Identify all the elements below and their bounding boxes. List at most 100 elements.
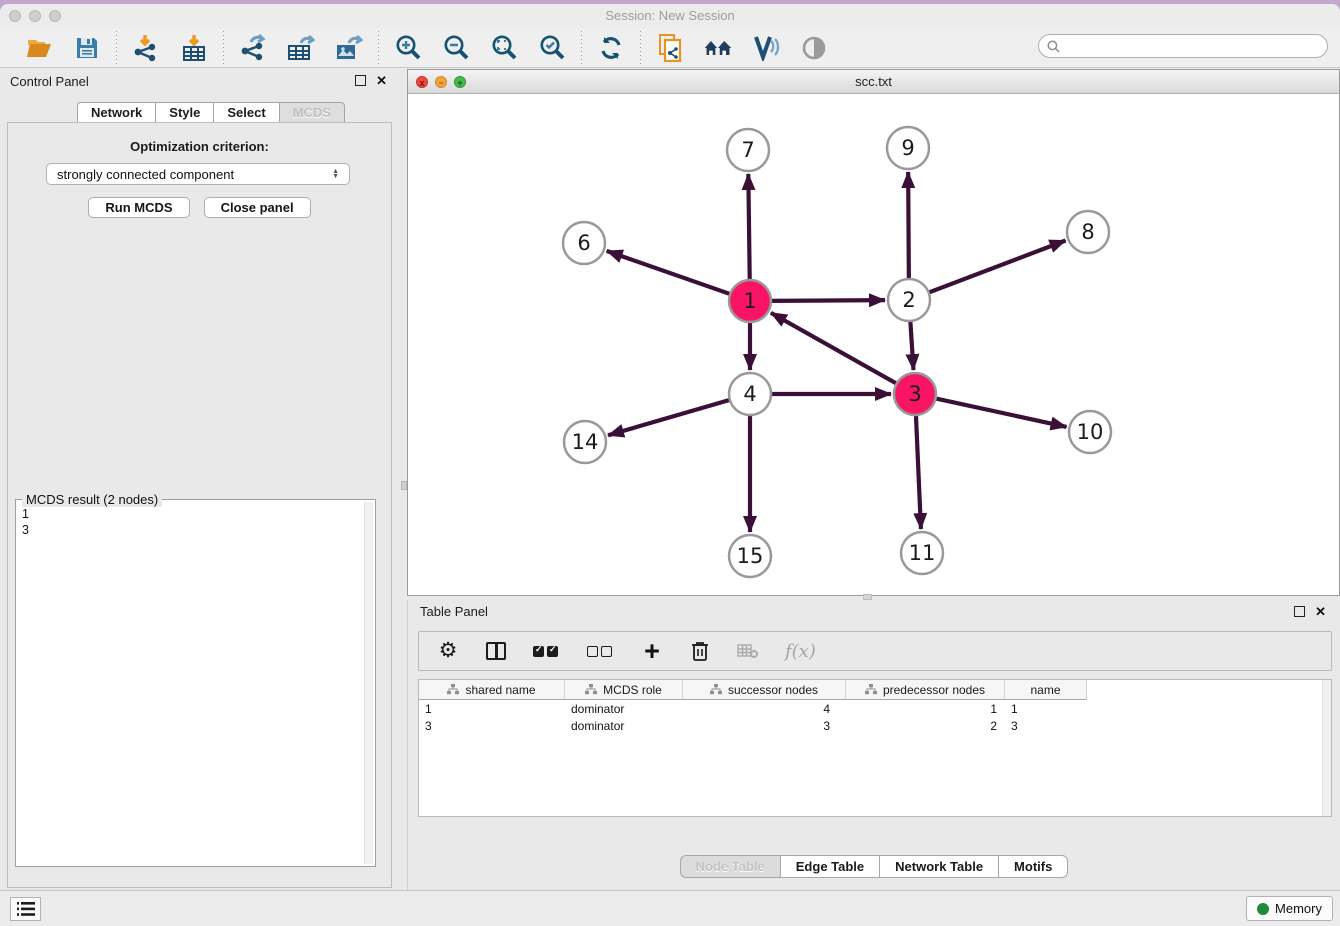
vizmapper-icon[interactable] xyxy=(751,33,781,63)
window-title: Session: New Session xyxy=(0,8,1340,23)
cell-name[interactable]: 3 xyxy=(1005,717,1087,734)
zoom-in-icon[interactable] xyxy=(393,33,423,63)
app-window: Session: New Session xyxy=(0,4,1340,926)
result-scrollbar[interactable] xyxy=(364,502,373,864)
function-builder-icon[interactable]: f(x) xyxy=(785,639,816,663)
cell-mcds-role[interactable]: dominator xyxy=(565,717,683,734)
layout-icon[interactable] xyxy=(703,33,733,63)
control-panel-tabs: Network Style Select MCDS xyxy=(77,102,345,123)
graph-edge[interactable] xyxy=(748,174,749,280)
tree-icon xyxy=(585,684,597,695)
optimization-criterion-label: Optimization criterion: xyxy=(8,139,391,154)
network-window-titlebar[interactable]: x − + scc.txt xyxy=(408,70,1339,94)
refresh-icon[interactable] xyxy=(596,33,626,63)
graph-edge[interactable] xyxy=(608,400,730,435)
split-panel-icon[interactable] xyxy=(485,639,507,663)
import-table-icon[interactable] xyxy=(179,33,209,63)
tree-icon xyxy=(865,684,877,695)
search-input[interactable] xyxy=(1065,39,1327,53)
graph-node-label: 10 xyxy=(1077,420,1104,444)
tab-motifs[interactable]: Motifs xyxy=(998,855,1068,878)
graph-edge[interactable] xyxy=(771,313,897,384)
cell-mcds-role[interactable]: dominator xyxy=(565,700,683,717)
graph-node-label: 3 xyxy=(908,382,921,406)
open-file-icon[interactable] xyxy=(24,33,54,63)
mcds-result-text[interactable]: 1 3 xyxy=(22,506,363,864)
tab-network[interactable]: Network xyxy=(77,102,155,123)
search-icon xyxy=(1047,40,1060,53)
cell-predecessor[interactable]: 1 xyxy=(846,700,1005,717)
column-header[interactable]: successor nodes xyxy=(683,680,846,700)
search-field[interactable] xyxy=(1038,34,1328,58)
column-header[interactable]: MCDS role xyxy=(565,680,683,700)
tab-network-table[interactable]: Network Table xyxy=(879,855,998,878)
table-row[interactable]: 3 dominator 3 2 3 xyxy=(419,717,1331,734)
graph-node-label: 8 xyxy=(1081,220,1094,244)
graph-node-label: 4 xyxy=(743,382,756,406)
add-column-icon[interactable]: + xyxy=(641,639,663,663)
cell-predecessor[interactable]: 2 xyxy=(846,717,1005,734)
save-session-icon[interactable] xyxy=(72,33,102,63)
import-network-icon[interactable] xyxy=(131,33,161,63)
table-panel-title: Table Panel xyxy=(420,604,488,619)
tab-edge-table[interactable]: Edge Table xyxy=(780,855,879,878)
zoom-selected-icon[interactable] xyxy=(537,33,567,63)
tab-style[interactable]: Style xyxy=(155,102,213,123)
cell-name[interactable]: 1 xyxy=(1005,700,1087,717)
table-panel: Table Panel ✕ ⚙ + f(x) shared name xyxy=(407,600,1340,890)
optimization-criterion-select[interactable]: strongly connected component ▲▼ xyxy=(46,163,350,185)
screen: Session: New Session xyxy=(0,0,1340,926)
delete-column-icon[interactable] xyxy=(689,639,711,663)
run-mcds-button[interactable]: Run MCDS xyxy=(88,197,189,218)
zoom-fit-icon[interactable] xyxy=(489,33,519,63)
network-view-window: x − + scc.txt 7968124314101511 xyxy=(407,69,1340,596)
export-table-icon[interactable] xyxy=(286,33,316,63)
deselect-all-icon[interactable] xyxy=(587,639,615,663)
graph-edge[interactable] xyxy=(916,415,921,529)
task-history-button[interactable] xyxy=(10,897,41,921)
export-network-icon[interactable] xyxy=(238,33,268,63)
eye-icon[interactable] xyxy=(799,33,829,63)
float-panel-icon[interactable] xyxy=(355,75,366,86)
network-window-title: scc.txt xyxy=(408,74,1339,89)
table-row[interactable]: 1 dominator 4 1 1 xyxy=(419,700,1331,717)
graph-edge[interactable] xyxy=(771,300,885,301)
graph-node-label: 1 xyxy=(743,289,756,313)
column-header[interactable]: predecessor nodes xyxy=(846,680,1005,700)
graph-node-label: 2 xyxy=(902,288,915,312)
delete-table-icon[interactable] xyxy=(737,639,759,663)
graph-node-label: 14 xyxy=(572,430,599,454)
column-header[interactable]: name xyxy=(1005,680,1087,700)
table-tabs: Node Table Edge Table Network Table Moti… xyxy=(408,855,1340,878)
graph-edge[interactable] xyxy=(908,172,909,279)
tab-mcds[interactable]: MCDS xyxy=(279,102,345,123)
export-image-icon[interactable] xyxy=(334,33,364,63)
column-header[interactable]: shared name xyxy=(419,680,565,700)
cell-shared-name[interactable]: 3 xyxy=(419,717,565,734)
memory-button[interactable]: Memory xyxy=(1246,896,1333,921)
graph-edge[interactable] xyxy=(936,398,1067,426)
cell-successor[interactable]: 3 xyxy=(683,717,846,734)
chevron-updown-icon: ▲▼ xyxy=(332,169,339,179)
clone-network-icon[interactable] xyxy=(655,33,685,63)
select-all-icon[interactable] xyxy=(533,639,561,663)
close-panel-icon[interactable]: ✕ xyxy=(1315,606,1326,617)
zoom-out-icon[interactable] xyxy=(441,33,471,63)
close-panel-button[interactable]: Close panel xyxy=(204,197,311,218)
cell-successor[interactable]: 4 xyxy=(683,700,846,717)
cell-shared-name[interactable]: 1 xyxy=(419,700,565,717)
graph-edge[interactable] xyxy=(910,321,913,370)
graph-node-label: 15 xyxy=(737,544,764,568)
memory-label: Memory xyxy=(1275,901,1322,916)
graph-node-label: 6 xyxy=(577,231,590,255)
node-table: shared name MCDS role successor nodes pr… xyxy=(418,679,1332,817)
close-panel-icon[interactable]: ✕ xyxy=(376,75,387,86)
network-canvas[interactable]: 7968124314101511 xyxy=(408,94,1339,595)
gear-icon[interactable]: ⚙ xyxy=(437,639,459,663)
float-panel-icon[interactable] xyxy=(1294,606,1305,617)
graph-edge[interactable] xyxy=(929,241,1066,293)
graph-edge[interactable] xyxy=(607,251,731,294)
table-scrollbar[interactable] xyxy=(1322,680,1331,816)
tab-select[interactable]: Select xyxy=(213,102,278,123)
tab-node-table[interactable]: Node Table xyxy=(680,855,780,878)
